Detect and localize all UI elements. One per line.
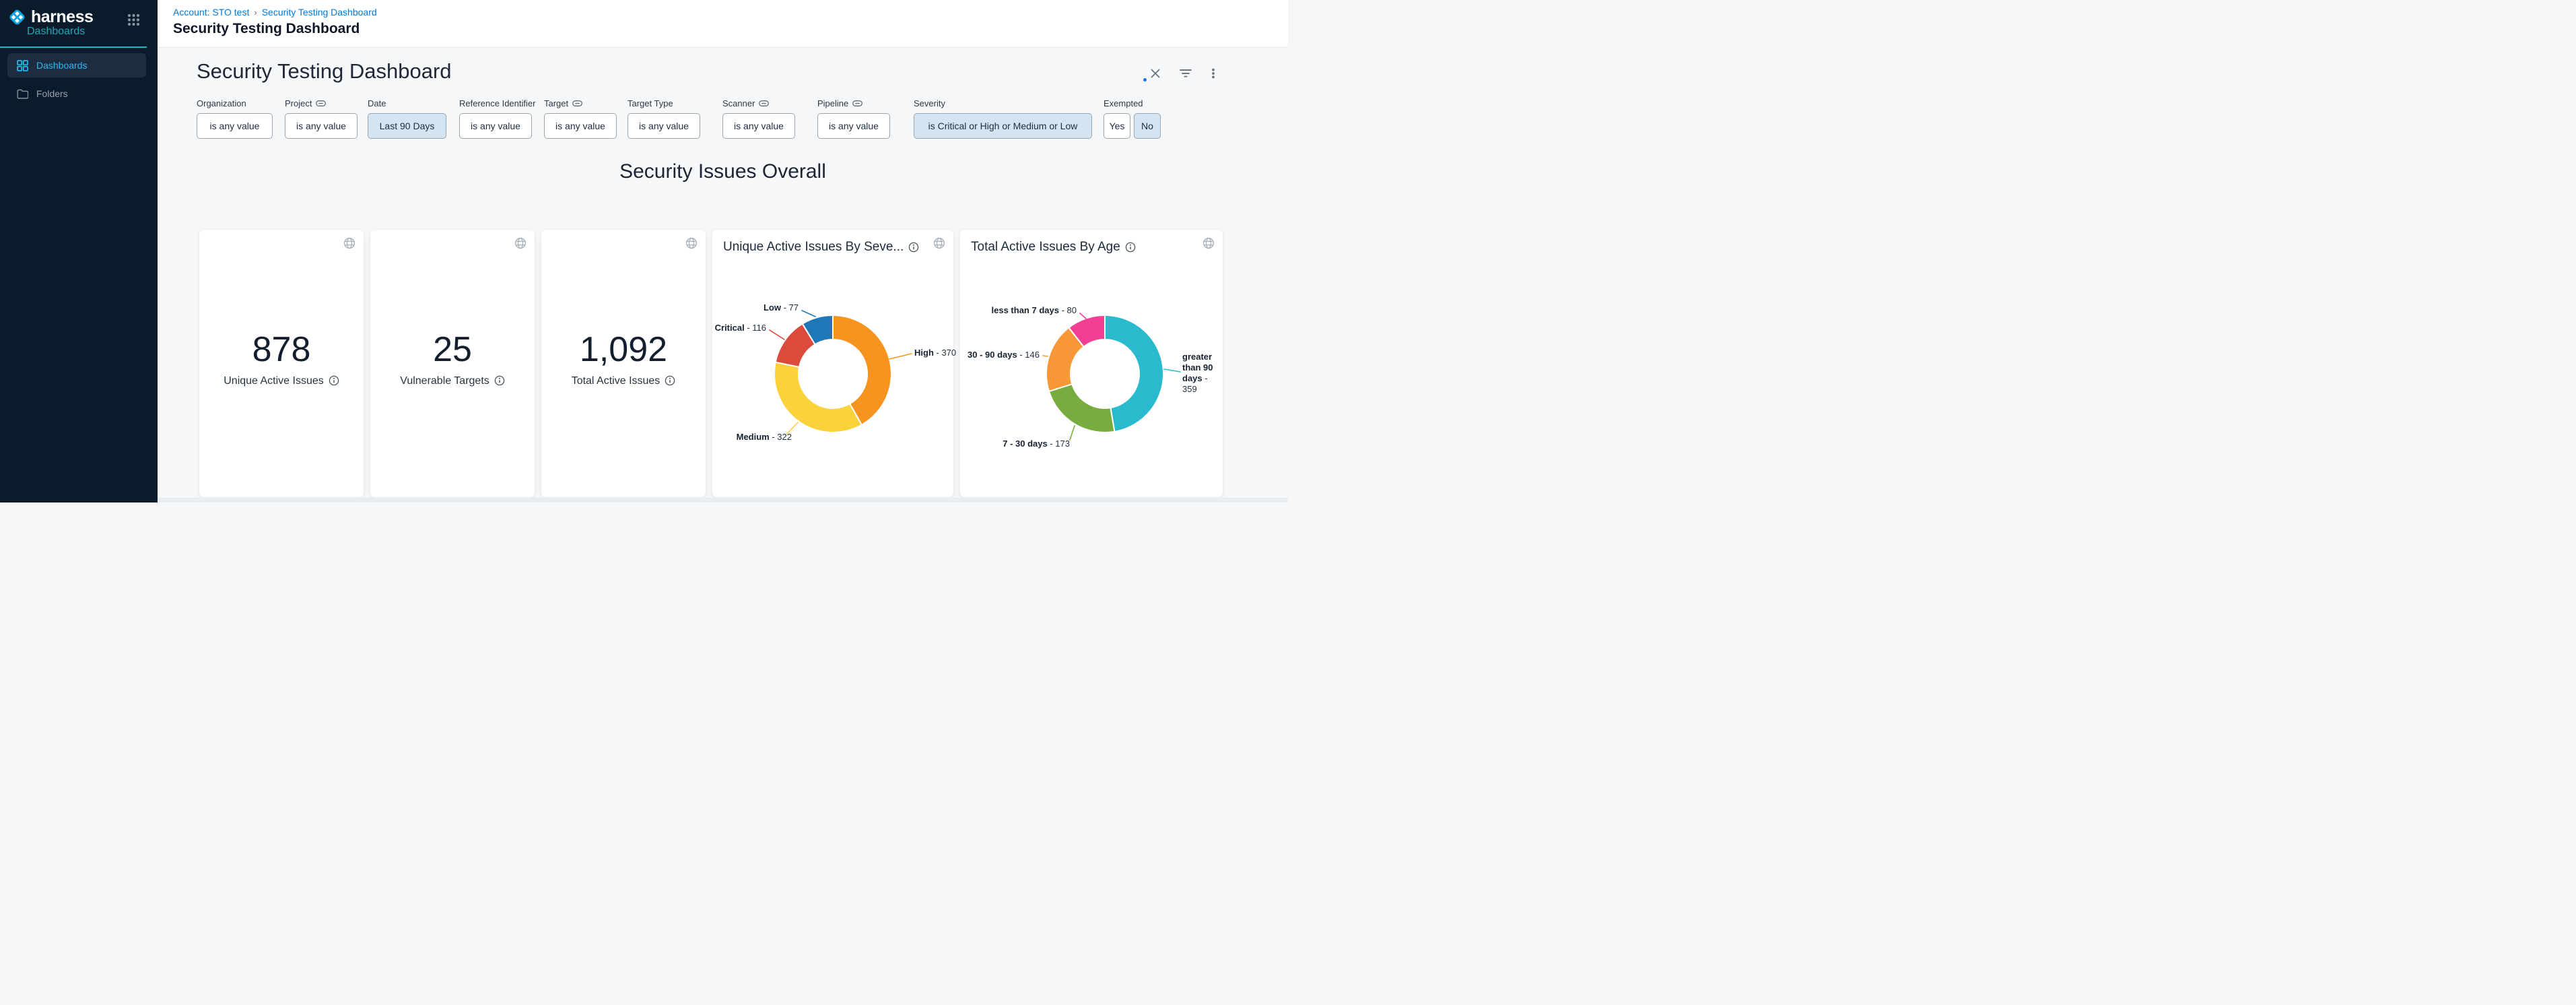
tile-card: 25 Vulnerable Targets [370, 229, 535, 498]
filter-chip-no[interactable]: No [1134, 113, 1161, 139]
chart-callout-label: Critical - 116 [715, 323, 766, 333]
chart-callout-label: less than 7 days - 80 [992, 305, 1077, 316]
apps-grid-icon[interactable] [127, 13, 140, 30]
filter-group: ExemptedYesNo [1104, 97, 1143, 109]
globe-icon[interactable] [343, 237, 355, 249]
filter-chip[interactable]: is any value [285, 113, 358, 139]
link-icon [759, 100, 769, 106]
harness-logo-icon [8, 8, 26, 26]
link-icon [316, 100, 326, 106]
filter-chip[interactable]: is any value [722, 113, 795, 139]
filters-bar: Organizationis any valueProjectis any va… [158, 96, 1288, 160]
filter-label: Scanner [722, 97, 769, 109]
filter-icon[interactable] [1179, 67, 1192, 83]
filter-label: Pipeline [817, 97, 862, 109]
filter-chip[interactable]: Last 90 Days [368, 113, 446, 139]
breadcrumb-account-link[interactable]: Account: STO test [173, 7, 249, 18]
sidebar-item-folders[interactable]: Folders [7, 82, 146, 106]
sidebar-item-label: Folders [36, 88, 68, 99]
tile-card: 878 Unique Active Issues [199, 229, 364, 498]
sidebar: harness Dashboards Dash [0, 0, 158, 502]
filter-group: Scanneris any value [722, 97, 769, 109]
filter-group: Organizationis any value [197, 97, 246, 109]
sidebar-item-label: Dashboards [36, 60, 88, 71]
filter-group: Severityis Critical or High or Medium or… [914, 97, 945, 109]
close-icon[interactable] [1149, 67, 1161, 83]
breadcrumb-separator: › [254, 7, 257, 18]
filter-label: Target [544, 97, 582, 109]
page-title: Security Testing Dashboard [173, 21, 360, 37]
tile-value: 1,092 [541, 329, 706, 370]
tile-value: 25 [370, 329, 535, 370]
logo-text: harness [31, 7, 93, 27]
chart-callout-label: 7 - 30 days - 173 [1003, 439, 1070, 449]
filter-group: Reference Identifieris any value [459, 97, 535, 109]
info-icon[interactable] [494, 375, 505, 386]
donut-chart[interactable] [712, 230, 955, 498]
filter-label: Project [285, 97, 326, 109]
filter-chip[interactable]: is any value [628, 113, 700, 139]
chart-callout-label: High - 370 [914, 348, 956, 358]
filter-label: Organization [197, 97, 246, 109]
content: Security Testing Dashboard Organizationi… [158, 48, 1288, 502]
filter-label: Reference Identifier [459, 97, 535, 109]
app-root: harness Dashboards Dash [0, 0, 1288, 502]
dashboard-title: Security Testing Dashboard [197, 59, 452, 84]
filter-chip[interactable]: is Critical or High or Medium or Low [914, 113, 1092, 139]
filter-chip[interactable]: is any value [544, 113, 617, 139]
filter-chip[interactable]: is any value [197, 113, 273, 139]
globe-icon[interactable] [514, 237, 527, 249]
tile-label: Unique Active Issues [199, 375, 364, 387]
filter-group: Pipelineis any value [817, 97, 862, 109]
filter-chip[interactable]: is any value [459, 113, 532, 139]
filter-label: Target Type [628, 97, 673, 109]
link-icon [852, 100, 862, 106]
section-title: Security Issues Overall [158, 160, 1288, 183]
chart-callout-label: greater than 90 days - 359 [1182, 352, 1221, 395]
main: Account: STO test › Security Testing Das… [158, 0, 1288, 502]
chart-callout-label: Low - 77 [764, 302, 799, 313]
filter-group: Projectis any value [285, 97, 326, 109]
info-icon[interactable] [665, 375, 675, 386]
info-icon[interactable] [329, 375, 339, 386]
filter-group: Target Typeis any value [628, 97, 673, 109]
product-name: Dashboards [27, 26, 85, 38]
link-icon [572, 100, 582, 106]
tile-label: Total Active Issues [541, 375, 706, 387]
cursor-dot [1143, 78, 1147, 82]
breadcrumb: Account: STO test › Security Testing Das… [173, 7, 377, 18]
filter-group: Targetis any value [544, 97, 582, 109]
filter-group: DateLast 90 Days [368, 97, 386, 109]
chart-callout-label: 30 - 90 days - 146 [968, 350, 1040, 360]
filter-label: Date [368, 97, 386, 109]
tile-label: Vulnerable Targets [370, 375, 535, 387]
chart-callout-label: Medium - 322 [737, 432, 792, 443]
tile-value: 878 [199, 329, 364, 370]
globe-icon[interactable] [685, 237, 698, 249]
sidebar-item-dashboards[interactable]: Dashboards [7, 53, 146, 77]
breadcrumb-page-link[interactable]: Security Testing Dashboard [262, 7, 377, 18]
folder-icon [17, 89, 28, 99]
sidebar-divider [0, 46, 147, 48]
chart-card: Total Active Issues By Agegreater than 9… [959, 229, 1223, 498]
logo: harness [8, 7, 93, 27]
bottom-strip [158, 498, 1288, 502]
dashboards-icon [17, 60, 28, 71]
cards-row: 878 Unique Active Issues 25 Vulnerable Targ… [158, 229, 1288, 498]
chart-card: Unique Active Issues By Seve...High - 37… [712, 229, 954, 498]
kebab-menu-icon[interactable] [1207, 67, 1219, 83]
filter-label: Severity [914, 97, 945, 109]
filter-chip[interactable]: is any value [817, 113, 890, 139]
topbar: Account: STO test › Security Testing Das… [158, 0, 1288, 48]
tile-card: 1,092 Total Active Issues [541, 229, 706, 498]
filter-chip-yes[interactable]: Yes [1104, 113, 1130, 139]
filter-label: Exempted [1104, 97, 1143, 109]
